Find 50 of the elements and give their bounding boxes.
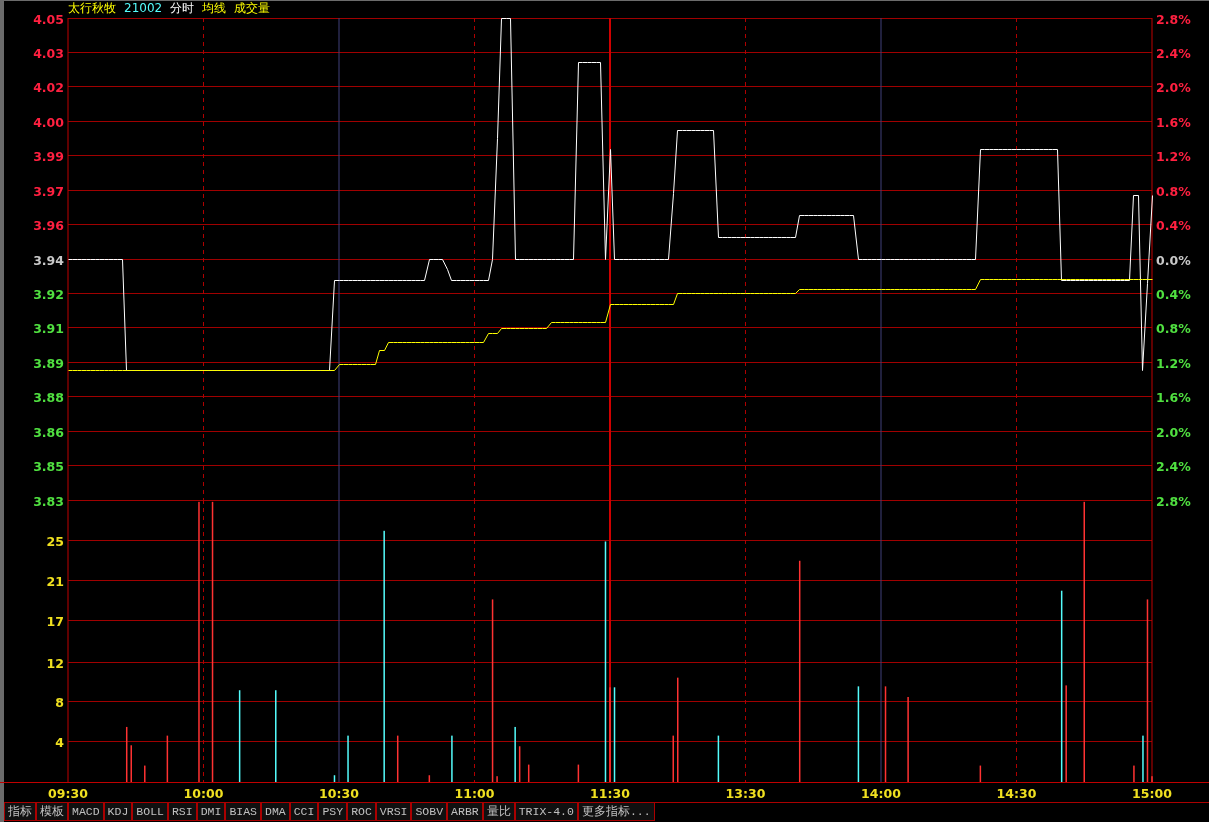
price-axis-label: 4.02 [33, 79, 64, 95]
percent-axis-label: 1.2% [1156, 148, 1191, 164]
price-axis-label: 4.03 [33, 45, 64, 61]
price-axis-label: 3.92 [33, 286, 64, 302]
legend-label: 成交量 [234, 1, 271, 16]
time-axis-label: 10:30 [319, 786, 359, 801]
time-axis-label: 09:30 [48, 786, 88, 801]
price-axis-label: 4.05 [33, 11, 64, 27]
volume-axis-label: 8 [55, 694, 64, 710]
price-axis-label: 3.86 [33, 424, 64, 440]
stock-code: 21002 [124, 1, 163, 16]
volume-axis-label: 4 [55, 734, 64, 750]
percent-axis-label: 1.2% [1156, 355, 1191, 371]
price-axis-label: 4.00 [33, 114, 64, 130]
time-axis-label: 14:30 [996, 786, 1037, 801]
legend-label: 分时 [170, 1, 195, 16]
percent-axis-label: 1.6% [1156, 114, 1191, 130]
legend-label: 均线 [202, 1, 227, 16]
percent-axis-label: 1.6% [1156, 389, 1191, 405]
percent-axis-label: 0.8% [1156, 183, 1191, 199]
volume-axis-label: 21 [46, 573, 64, 589]
percent-axis-label: 0.4% [1156, 217, 1191, 233]
time-axis-label: 10:00 [183, 786, 224, 801]
price-axis-label: 3.83 [33, 493, 64, 509]
price-axis-label: 3.91 [33, 320, 64, 336]
price-axis-label: 3.88 [33, 389, 64, 405]
volume-axis-label: 12 [46, 655, 64, 671]
price-axis-label: 3.99 [33, 148, 64, 164]
price-axis-label: 3.96 [33, 217, 64, 233]
percent-axis-label: 0.8% [1156, 320, 1191, 336]
price-axis-label: 3.85 [33, 458, 64, 474]
percent-axis-label: 0.4% [1156, 286, 1191, 302]
percent-axis-label: 2.8% [1156, 11, 1191, 27]
percent-axis-label: 2.4% [1156, 45, 1191, 61]
percent-axis-label: 0.0% [1156, 252, 1191, 268]
stock-name: 太行秋牧 [68, 1, 116, 16]
time-axis-label: 11:00 [454, 786, 495, 801]
volume-axis-label: 25 [46, 533, 64, 549]
percent-axis-label: 2.4% [1156, 458, 1191, 474]
volume-axis-label: 17 [46, 613, 64, 629]
time-axis-label: 14:00 [861, 786, 901, 801]
time-axis-label: 15:00 [1132, 786, 1172, 801]
time-axis-label: 11:30 [590, 786, 630, 801]
percent-axis-label: 2.0% [1156, 424, 1191, 440]
percent-axis-label: 2.8% [1156, 493, 1191, 509]
time-axis-label: 13:30 [725, 786, 766, 801]
price-axis-label: 3.97 [33, 183, 64, 199]
price-axis-label: 3.89 [33, 355, 64, 371]
percent-axis-label: 2.0% [1156, 79, 1191, 95]
price-axis-label: 3.94 [33, 252, 64, 268]
